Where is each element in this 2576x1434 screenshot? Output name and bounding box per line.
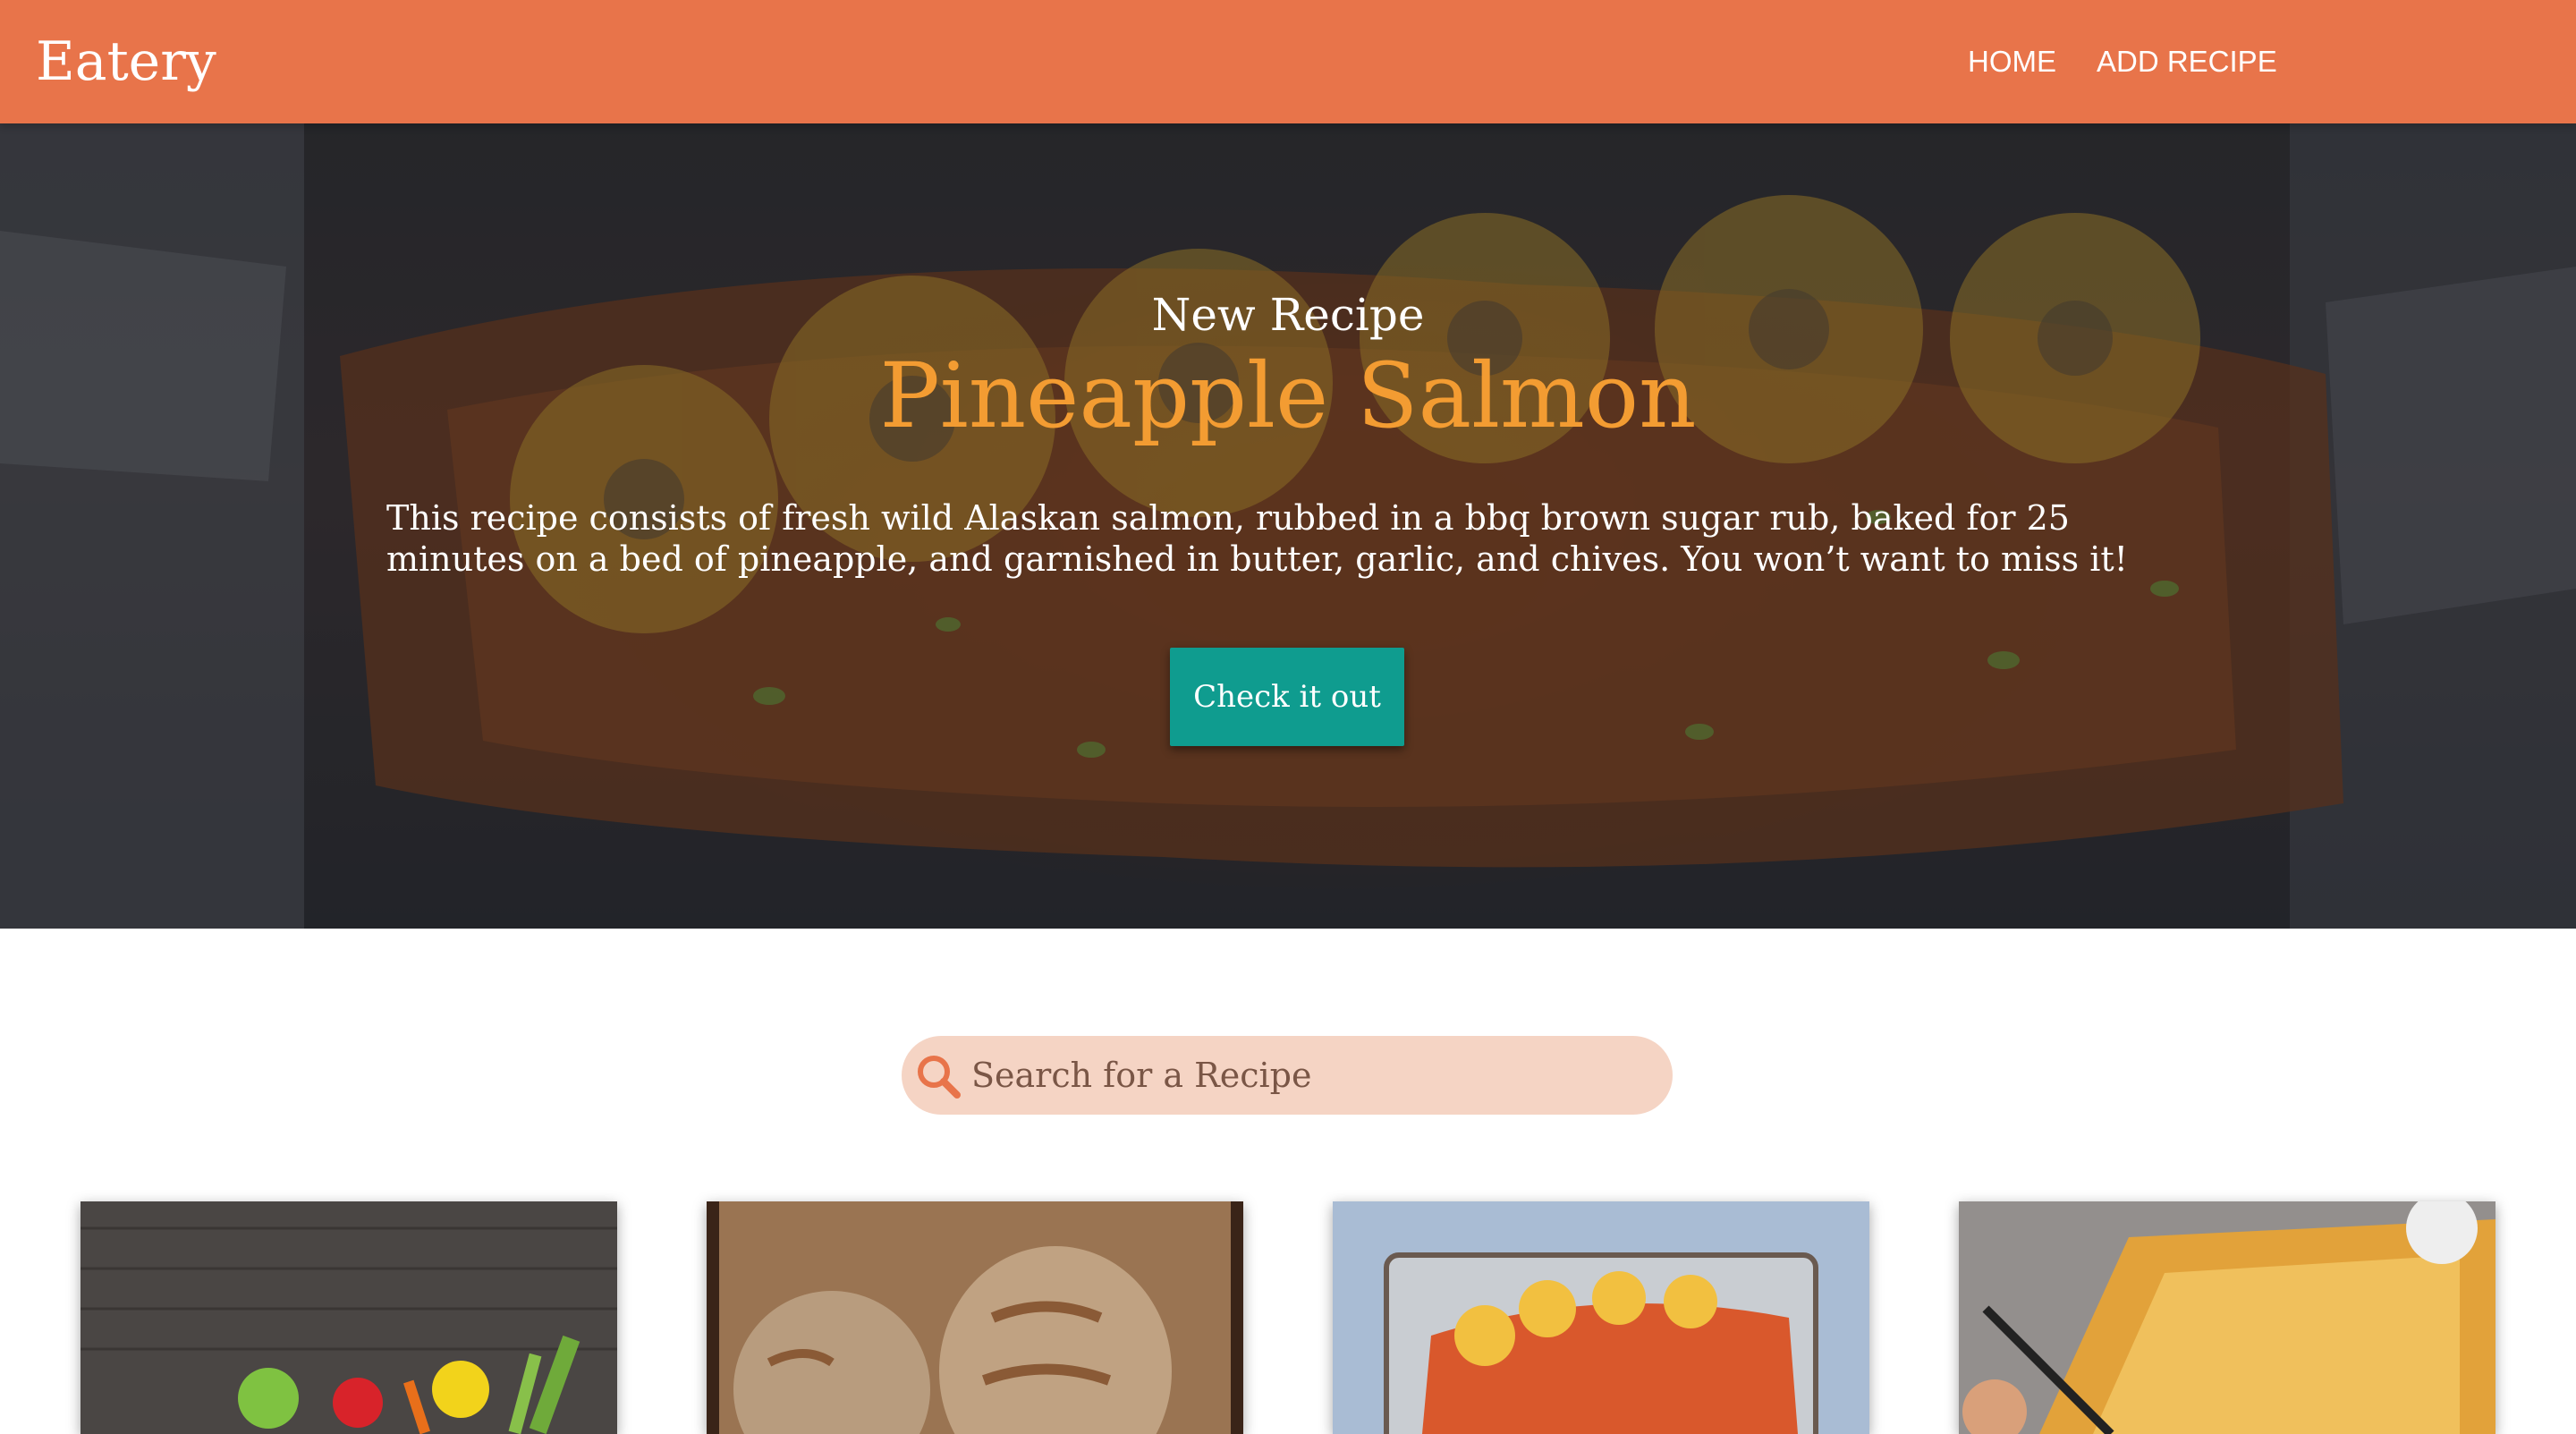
brand-logo[interactable]: Eatery xyxy=(36,27,216,97)
recipe-card-bread[interactable] xyxy=(707,1201,1243,1434)
recipe-card-vegetables[interactable] xyxy=(80,1201,617,1434)
salmon-image xyxy=(1333,1201,1869,1434)
bread-image xyxy=(707,1201,1243,1434)
vegetables-image xyxy=(80,1201,617,1434)
navbar: Eatery HOME ADD RECIPE xyxy=(0,0,2576,123)
nav-home-link[interactable]: HOME xyxy=(1968,40,2056,83)
search-bar xyxy=(902,1036,1673,1115)
hero-banner: New Recipe Pineapple Salmon This recipe … xyxy=(0,123,2576,929)
hero-title: Pineapple Salmon xyxy=(879,344,1697,448)
dutch-baby-image xyxy=(1959,1201,2496,1434)
search-input[interactable] xyxy=(962,1036,1660,1115)
search-icon xyxy=(918,1056,961,1099)
nav-add-recipe-link[interactable]: ADD RECIPE xyxy=(2097,40,2277,83)
recipe-card-dutch-baby[interactable] xyxy=(1959,1201,2496,1434)
hero-kicker: New Recipe xyxy=(1151,289,1425,341)
hero-description: This recipe consists of fresh wild Alask… xyxy=(386,498,2128,579)
recipe-card-salmon[interactable] xyxy=(1333,1201,1869,1434)
check-it-out-button[interactable]: Check it out xyxy=(1170,648,1404,746)
